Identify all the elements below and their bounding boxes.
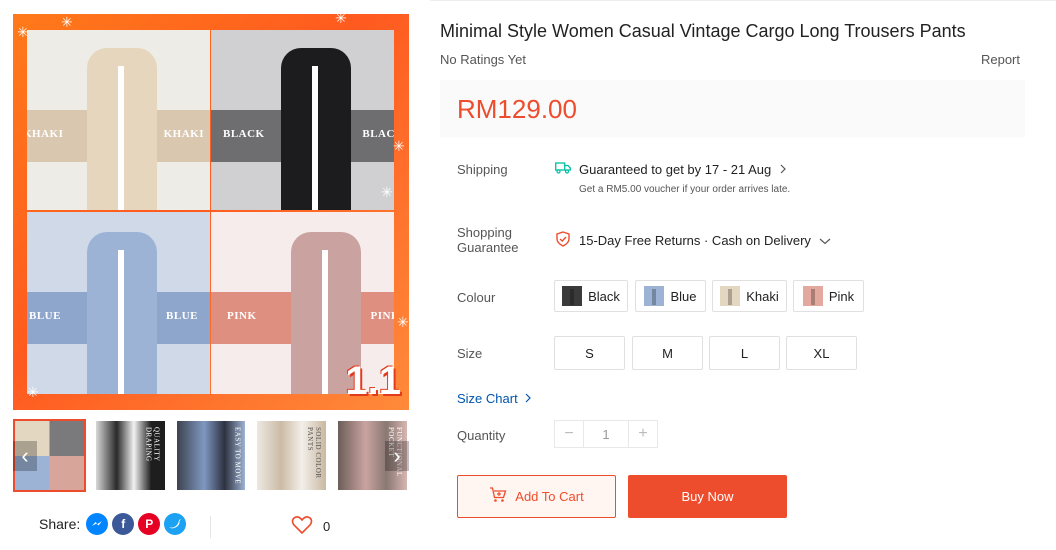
facebook-icon[interactable]: f [112,513,135,535]
pants-figure [87,48,157,210]
thumbnail-caption: QUALITY DRAPING [144,427,161,462]
guarantee-text: 15-Day Free Returns · Cash on Delivery [579,233,811,248]
share-divider [210,516,211,538]
variation-label: Pink [828,288,855,304]
sparkle-icon: ✳ [393,138,405,154]
size-option-xl[interactable]: XL [786,336,857,370]
thumbnail[interactable]: QUALITY DRAPING [94,419,167,492]
quantity-increase-button[interactable]: + [629,421,657,447]
chevron-right-icon [779,162,787,177]
chevron-down-icon [819,233,831,248]
pinterest-icon[interactable]: P [138,513,161,535]
guarantee-label-line2: Guarantee [457,240,519,255]
image-panel-black: BLACK BLACK [211,30,394,210]
variation-label: Black [588,288,620,304]
variation-thumbnail [562,286,583,306]
size-chart-label: Size Chart [457,391,518,406]
size-label: Size [457,346,483,361]
truck-icon [555,162,571,177]
image-panel-blue: BLUE BLUE [27,212,210,394]
favorite-row: 0 [291,515,330,538]
quantity-label: Quantity [457,428,506,443]
panel-label: BLUE [29,310,61,322]
colour-option-blue[interactable]: Blue [635,280,706,312]
shopping-guarantee[interactable]: 15-Day Free Returns · Cash on Delivery [555,231,831,250]
thumbnail-strip: QUALITY DRAPING EASY TO MOVE SOLID COLOR… [13,419,409,492]
quantity-decrease-button[interactable]: − [555,421,583,447]
sparkle-icon: ✳ [17,24,29,40]
panel-label: PINK [227,310,257,322]
quantity-stepper: − 1 + [554,420,658,448]
panel-label: BLACK [223,128,265,140]
colour-label: Colour [457,290,496,305]
variation-label: S [585,345,594,361]
pants-figure [87,232,157,394]
colour-option-khaki[interactable]: Khaki [712,280,787,312]
variation-thumbnail [802,286,823,306]
share-label: Share: [39,516,81,532]
variation-label: XL [813,345,830,361]
sparkle-icon: ✳ [335,14,347,26]
cart-plus-icon [489,487,507,506]
twitter-icon[interactable] [164,513,187,535]
sparkle-icon: ✳ [61,14,73,30]
price-box: RM129.00 [440,80,1025,137]
variation-label: Khaki [746,288,779,304]
panel-label: KHAKI [27,128,64,140]
rating-row: No Ratings Yet Report [440,52,1020,67]
size-chart-link[interactable]: Size Chart [457,391,532,406]
variation-thumbnail [720,286,741,306]
panel-label: BLACK [362,128,394,140]
shipping-label: Shipping [457,162,508,177]
like-count: 0 [323,519,331,534]
colour-option-black[interactable]: Black [554,280,628,312]
panel-label: BLUE [166,310,198,322]
variation-label: L [740,345,749,361]
guarantee-label: Shopping Guarantee [457,225,518,255]
shipping-guarantee[interactable]: Guaranteed to get by 17 - 21 Aug [555,162,787,177]
chevron-right-icon [524,391,532,406]
variation-label: M [662,345,673,361]
size-option-l[interactable]: L [709,336,780,370]
colour-option-pink[interactable]: Pink [793,280,864,312]
panel-label: KHAKI [163,128,204,140]
main-product-image[interactable]: KHAKI KHAKI BLACK BLACK BLUE BLUE PINK P… [13,14,409,410]
report-link[interactable]: Report [981,52,1020,67]
promo-badge: 1.1 [345,359,401,403]
guarantee-label-line1: Shopping [457,225,512,240]
variation-thumbnail [644,286,665,306]
pants-figure [281,48,351,210]
sparkle-icon: ✳ [397,314,409,330]
size-option-s[interactable]: S [554,336,625,370]
add-to-cart-label: Add To Cart [515,489,584,504]
thumbnail-caption: EASY TO MOVE [233,427,242,485]
rating-text: No Ratings Yet [440,52,527,67]
shipping-main-text: Guaranteed to get by 17 - 21 Aug [579,162,772,177]
top-divider [430,0,1056,1]
messenger-icon[interactable] [86,513,109,535]
panel-label: PINK [370,310,395,322]
quantity-input[interactable]: 1 [583,421,629,447]
add-to-cart-button[interactable]: Add To Cart [457,475,616,518]
product-title: Minimal Style Women Casual Vintage Cargo… [440,21,966,41]
shipping-subtext: Get a RM5.00 voucher if your order arriv… [579,184,791,195]
thumbnail[interactable]: EASY TO MOVE [175,419,248,492]
size-option-m[interactable]: M [632,336,703,370]
thumbnail-prev-button[interactable]: ‹ [13,441,37,471]
share-row: Share: f P [39,513,187,535]
image-panel-khaki: KHAKI KHAKI [27,30,210,210]
buy-now-button[interactable]: Buy Now [628,475,787,518]
product-price: RM129.00 [457,94,577,124]
variation-label: Blue [670,288,697,304]
sparkle-icon: ✳ [381,184,393,200]
thumbnail-next-button[interactable]: › [385,441,409,471]
shield-icon [555,231,571,250]
sparkle-icon: ✳ [27,384,39,400]
heart-icon[interactable] [291,515,313,538]
product-gallery: KHAKI KHAKI BLACK BLACK BLUE BLUE PINK P… [13,14,409,492]
buy-now-label: Buy Now [681,489,734,504]
thumbnail-caption: SOLID COLOR PANTS [306,427,323,479]
thumbnail[interactable]: SOLID COLOR PANTS [255,419,328,492]
